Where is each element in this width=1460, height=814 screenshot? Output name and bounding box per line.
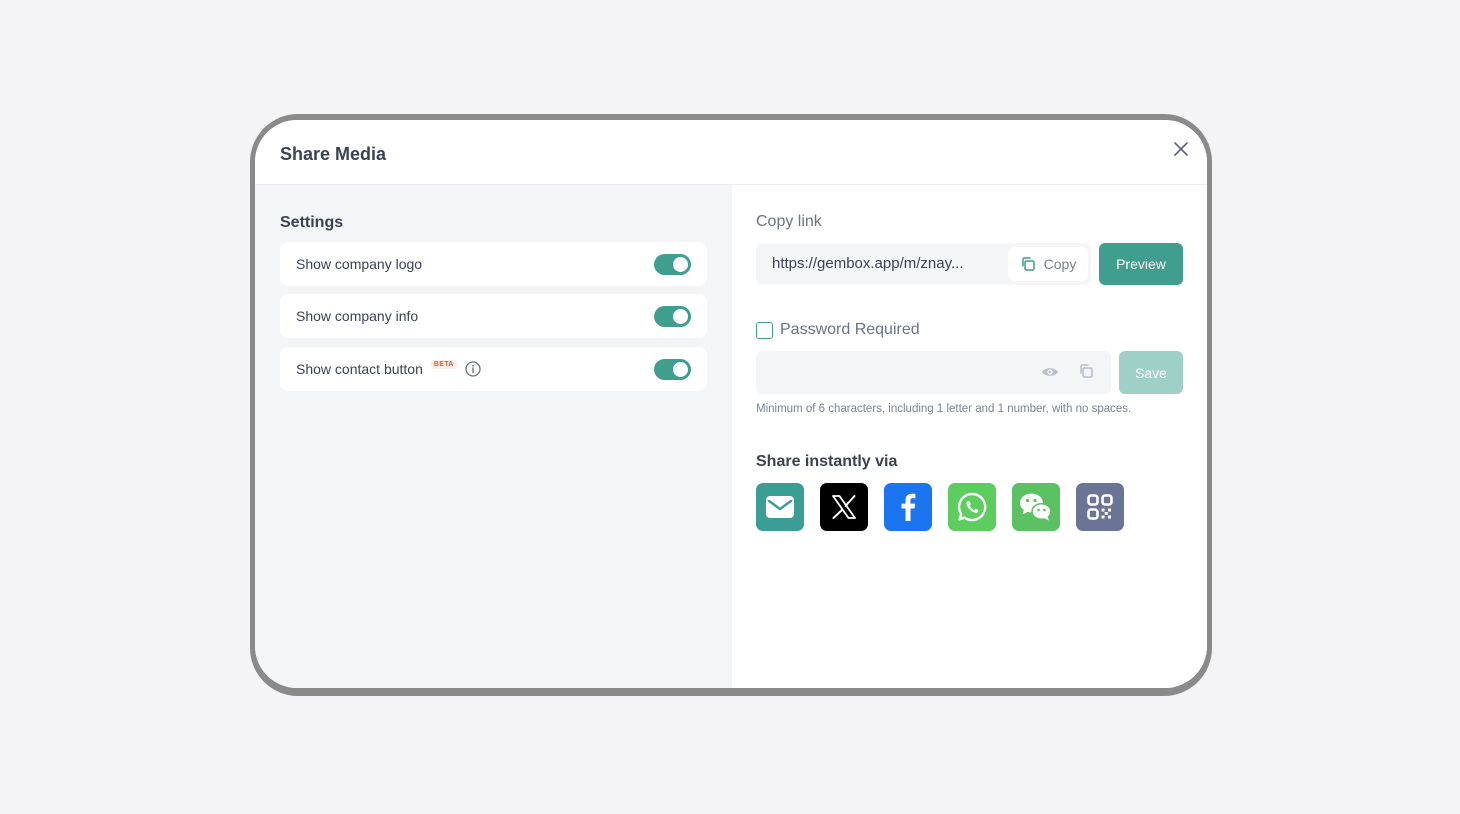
setting-row-contact-button: Show contact button BETA	[280, 347, 707, 391]
save-password-button[interactable]: Save	[1119, 351, 1183, 394]
share-wechat-button[interactable]	[1012, 483, 1060, 531]
email-icon	[766, 496, 794, 518]
link-url: https://gembox.app/m/znay...	[772, 255, 964, 272]
company-info-toggle[interactable]	[654, 306, 691, 327]
share-qr-code-button[interactable]	[1076, 483, 1124, 531]
facebook-icon	[901, 493, 916, 521]
x-icon	[832, 495, 856, 519]
setting-row-company-info: Show company info	[280, 294, 707, 338]
company-logo-toggle[interactable]	[654, 254, 691, 275]
modal-header: Share Media	[255, 120, 1207, 185]
modal-title: Share Media	[280, 144, 387, 164]
setting-label: Show contact button	[296, 361, 423, 377]
share-icons	[756, 483, 1124, 531]
copy-icon	[1021, 257, 1035, 271]
preview-button[interactable]: Preview	[1099, 243, 1183, 285]
info-icon[interactable]	[464, 361, 481, 377]
share-pane: Copy link https://gembox.app/m/znay... C…	[732, 185, 1207, 688]
wechat-icon	[1020, 493, 1052, 521]
copy-link-button[interactable]: Copy	[1008, 247, 1088, 281]
share-whatsapp-button[interactable]	[948, 483, 996, 531]
share-title: Share instantly via	[756, 453, 898, 470]
share-facebook-button[interactable]	[884, 483, 932, 531]
eye-icon[interactable]	[1041, 365, 1059, 383]
beta-badge: BETA	[430, 359, 457, 369]
close-icon	[1174, 142, 1188, 156]
contact-button-toggle[interactable]	[654, 359, 691, 380]
setting-label: Show company info	[296, 308, 419, 324]
copy-password-icon[interactable]	[1078, 363, 1094, 384]
share-media-modal: Share Media Settings Show company logo S…	[255, 120, 1207, 688]
settings-pane: Settings Show company logo Show company …	[255, 185, 732, 688]
password-required-checkbox[interactable]	[756, 322, 773, 339]
toggle-knob	[673, 257, 688, 272]
password-required-label: Password Required	[780, 321, 920, 338]
whatsapp-icon	[957, 492, 987, 522]
password-hint: Minimum of 6 characters, including 1 let…	[756, 403, 1132, 415]
qr-code-icon	[1087, 494, 1113, 520]
setting-row-company-logo: Show company logo	[280, 242, 707, 286]
setting-label: Show company logo	[296, 256, 423, 272]
close-button[interactable]	[1170, 138, 1192, 160]
copy-link-label: Copy link	[756, 213, 822, 230]
settings-title: Settings	[280, 214, 344, 231]
toggle-knob	[673, 309, 688, 324]
toggle-knob	[673, 362, 688, 377]
share-x-button[interactable]	[820, 483, 868, 531]
link-field[interactable]: https://gembox.app/m/znay... Copy	[756, 243, 1091, 285]
share-email-button[interactable]	[756, 483, 804, 531]
copy-label: Copy	[1043, 256, 1077, 272]
